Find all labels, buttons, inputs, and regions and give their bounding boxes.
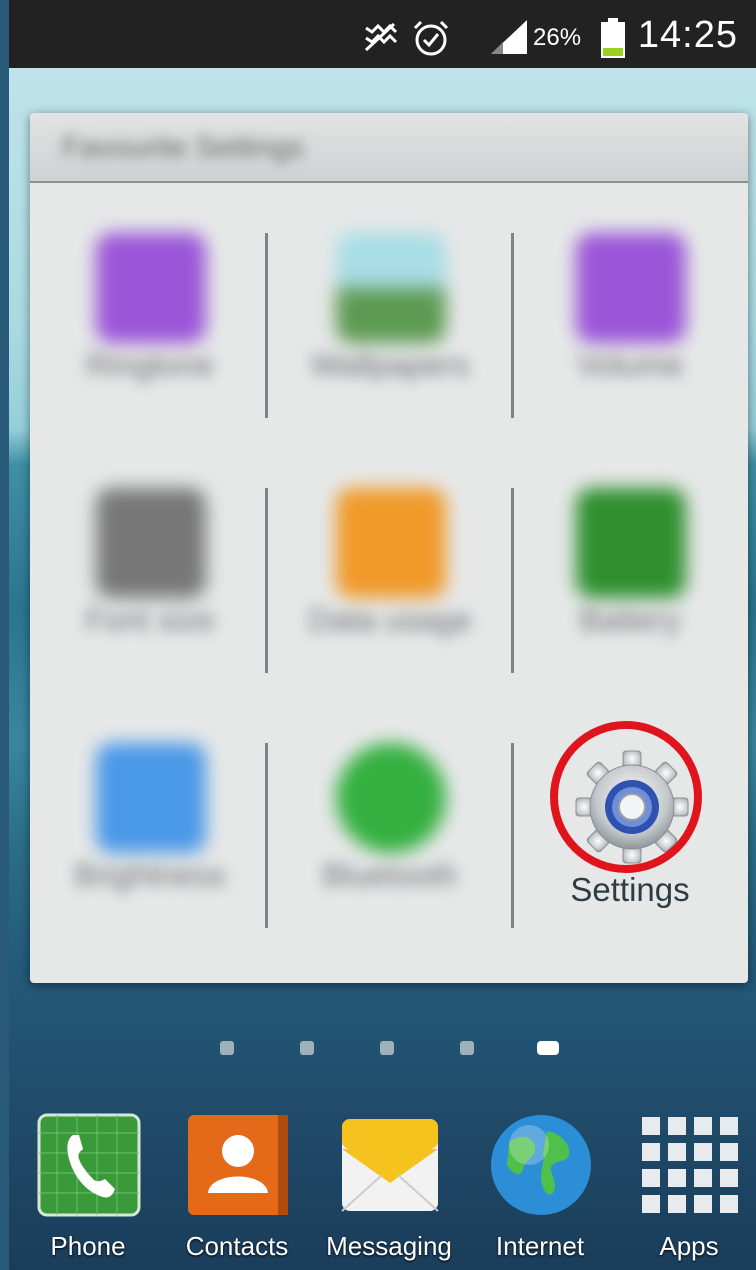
app-font-size[interactable]: Font size — [30, 480, 270, 730]
app-label: Data usage — [308, 602, 472, 638]
app-label: Ringtone — [85, 347, 215, 383]
dock-contacts[interactable]: Contacts — [172, 1113, 302, 1263]
font-size-icon — [96, 488, 206, 598]
data-usage-icon — [336, 488, 446, 598]
app-volume[interactable]: Volume — [510, 225, 748, 475]
app-wallpapers[interactable]: Wallpapers — [270, 225, 510, 475]
phone-icon — [37, 1113, 141, 1217]
app-data-usage[interactable]: Data usage — [270, 480, 510, 730]
globe-icon — [491, 1115, 591, 1215]
folder-header: Favourite Settings — [30, 113, 748, 183]
divider — [265, 233, 268, 418]
app-label: Battery — [579, 602, 681, 638]
divider — [511, 488, 514, 673]
clock: 14:25 — [637, 14, 738, 56]
app-label: Settings — [570, 871, 690, 908]
divider — [265, 488, 268, 673]
dock-apps[interactable]: Apps — [624, 1113, 754, 1263]
divider — [511, 233, 514, 418]
dock-internet[interactable]: Internet — [475, 1113, 605, 1263]
app-bluetooth[interactable]: Bluetooth — [270, 735, 510, 983]
app-label: Volume — [576, 347, 684, 383]
dock-label: Internet — [495, 1231, 585, 1261]
page-dot[interactable] — [460, 1041, 474, 1055]
app-label: Bluetooth — [322, 857, 458, 893]
page-dot[interactable] — [380, 1041, 394, 1055]
mute-icon — [364, 22, 398, 52]
dock-messaging[interactable]: Messaging — [324, 1113, 454, 1263]
bluetooth-icon — [336, 743, 446, 853]
divider — [265, 743, 268, 928]
status-bar: 26% 14:25 — [9, 0, 756, 68]
messaging-icon — [341, 1119, 439, 1212]
app-label: Brightness — [74, 857, 226, 893]
app-brightness[interactable]: Brightness — [30, 735, 270, 983]
folder-title[interactable]: Favourite Settings — [62, 131, 304, 165]
page-dot-active[interactable] — [537, 1041, 559, 1055]
dock-label: Apps — [659, 1231, 719, 1261]
dock-label: Messaging — [326, 1231, 452, 1261]
app-ringtone[interactable]: Ringtone — [30, 225, 270, 475]
app-battery[interactable]: Battery — [510, 480, 748, 730]
brightness-icon — [96, 743, 206, 853]
battery-app-icon — [576, 488, 686, 598]
app-label: Wallpapers — [310, 347, 470, 383]
divider — [511, 743, 514, 928]
dock-phone[interactable]: Phone — [23, 1113, 153, 1263]
app-label: Font size — [85, 602, 215, 638]
signal-icon — [491, 20, 527, 54]
volume-icon — [576, 233, 686, 343]
apps-grid-icon — [642, 1117, 738, 1213]
page-dot[interactable] — [300, 1041, 314, 1055]
page-indicator — [0, 1041, 756, 1061]
contacts-icon — [188, 1115, 288, 1215]
dock-label: Phone — [50, 1231, 126, 1261]
dock-label: Contacts — [185, 1231, 289, 1261]
ringtone-icon — [96, 233, 206, 343]
page-dot[interactable] — [220, 1041, 234, 1055]
battery-icon — [601, 18, 625, 58]
alarm-icon — [413, 20, 449, 56]
highlight-circle — [550, 721, 702, 873]
battery-percent: 26% — [533, 24, 582, 51]
wallpaper-icon — [336, 233, 446, 343]
